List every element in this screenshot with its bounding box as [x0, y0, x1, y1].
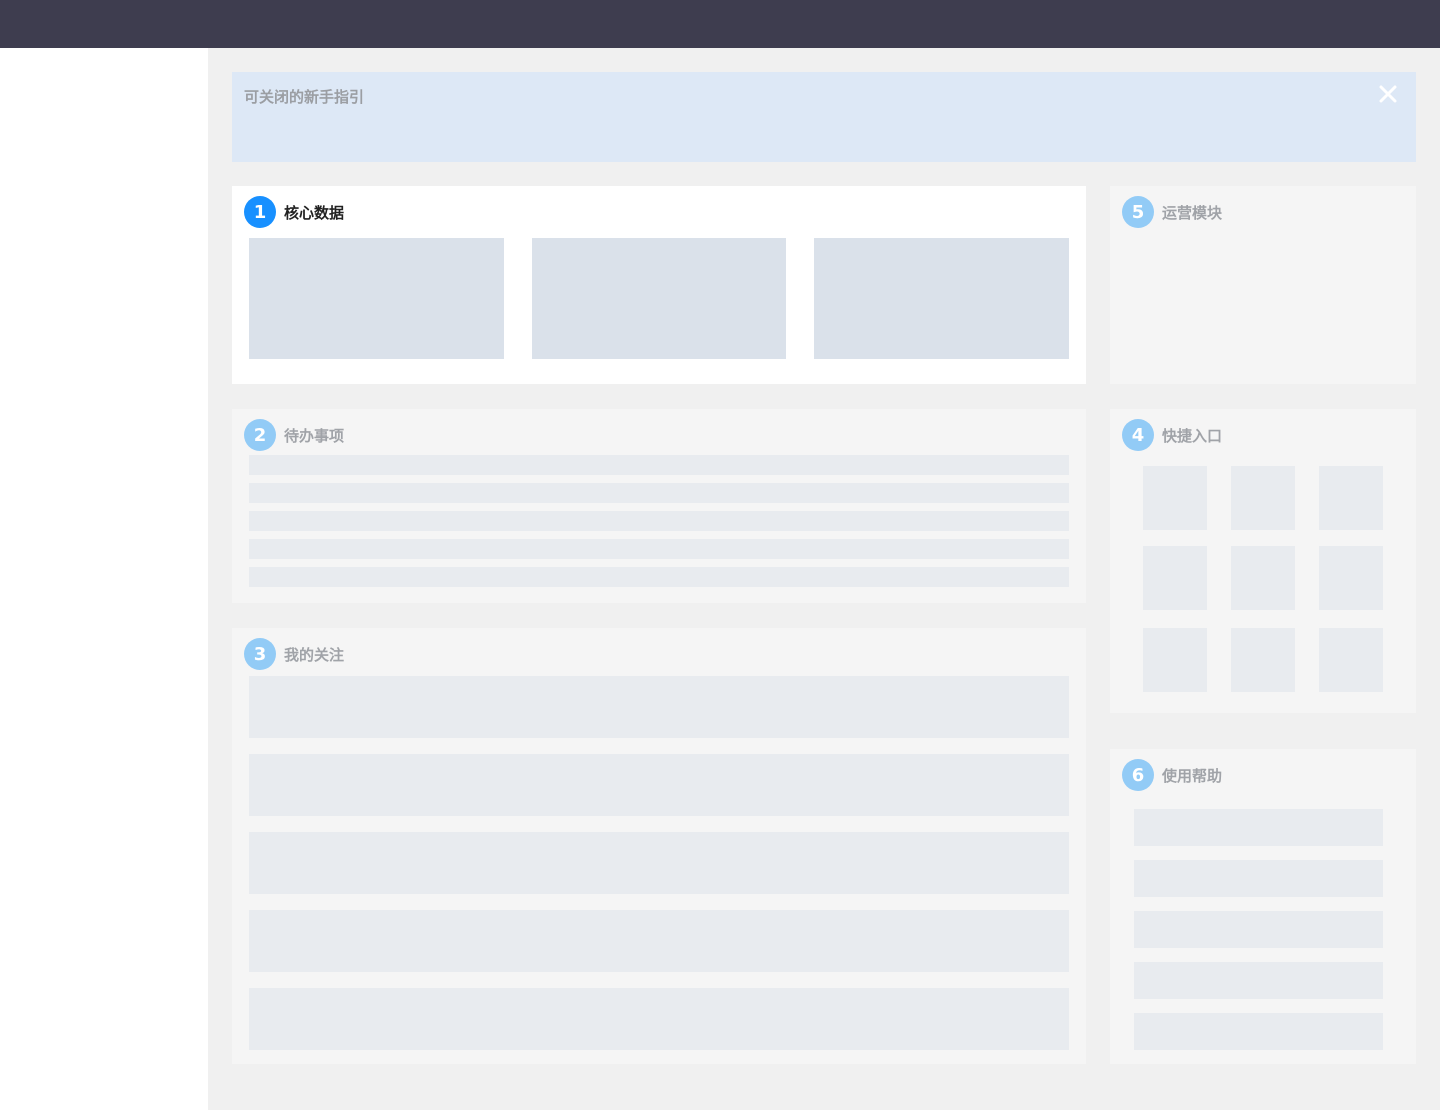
todo-row-placeholder: [249, 511, 1069, 531]
shortcut-tile: [1143, 628, 1207, 692]
sidebar: [0, 48, 208, 1110]
core-data-card: 1 核心数据: [232, 186, 1086, 384]
card-header: 2 待办事项: [244, 419, 344, 451]
shortcut-tile: [1143, 546, 1207, 610]
todo-row-placeholder: [249, 539, 1069, 559]
card-title: 使用帮助: [1162, 766, 1223, 785]
step-number-badge: 2: [244, 419, 276, 451]
card-title: 我的关注: [284, 645, 345, 664]
card-title: 运营模块: [1162, 203, 1223, 222]
follow-item-placeholder: [249, 754, 1069, 816]
todo-row-placeholder: [249, 455, 1069, 475]
shortcut-tile: [1319, 466, 1383, 530]
help-link-placeholder: [1134, 911, 1383, 948]
help-link-placeholder: [1134, 809, 1383, 846]
core-data-tile: [814, 238, 1069, 359]
help-link-placeholder: [1134, 962, 1383, 999]
shortcut-tile: [1319, 628, 1383, 692]
todo-row-placeholder: [249, 567, 1069, 587]
card-title: 待办事项: [284, 426, 345, 445]
card-header: 3 我的关注: [244, 638, 344, 670]
shortcuts-card: 4 快捷入口: [1110, 409, 1416, 713]
close-icon[interactable]: [1376, 82, 1400, 106]
follow-item-placeholder: [249, 832, 1069, 894]
shortcut-tile: [1319, 546, 1383, 610]
guide-title: 可关闭的新手指引: [244, 88, 365, 106]
follow-item-placeholder: [249, 676, 1069, 738]
card-header: 5 运营模块: [1122, 196, 1222, 228]
card-title: 核心数据: [284, 203, 345, 222]
onboarding-guide-banner: 可关闭的新手指引: [232, 72, 1416, 162]
todo-card: 2 待办事项: [232, 409, 1086, 603]
card-header: 1 核心数据: [244, 196, 344, 228]
shortcut-tile: [1231, 546, 1295, 610]
step-number-badge: 6: [1122, 759, 1154, 791]
help-link-placeholder: [1134, 1013, 1383, 1050]
step-number-badge: 1: [244, 196, 276, 228]
my-follows-card: 3 我的关注: [232, 628, 1086, 1064]
core-data-tile: [249, 238, 504, 359]
operations-card: 5 运营模块: [1110, 186, 1416, 384]
card-title: 快捷入口: [1162, 426, 1223, 445]
step-number-badge: 4: [1122, 419, 1154, 451]
shortcut-tile: [1143, 466, 1207, 530]
shortcut-tile: [1231, 628, 1295, 692]
step-number-badge: 5: [1122, 196, 1154, 228]
follow-item-placeholder: [249, 910, 1069, 972]
main-content: 可关闭的新手指引 1 核心数据 5 运营模块 2 待办事项 4 快捷入口 3 我…: [208, 48, 1440, 1110]
shortcut-tile: [1231, 466, 1295, 530]
todo-row-placeholder: [249, 483, 1069, 503]
core-data-tile: [532, 238, 786, 359]
follow-item-placeholder: [249, 988, 1069, 1050]
help-link-placeholder: [1134, 860, 1383, 897]
card-header: 6 使用帮助: [1122, 759, 1222, 791]
top-nav-bar: [0, 0, 1440, 48]
step-number-badge: 3: [244, 638, 276, 670]
card-header: 4 快捷入口: [1122, 419, 1222, 451]
help-card: 6 使用帮助: [1110, 749, 1416, 1064]
